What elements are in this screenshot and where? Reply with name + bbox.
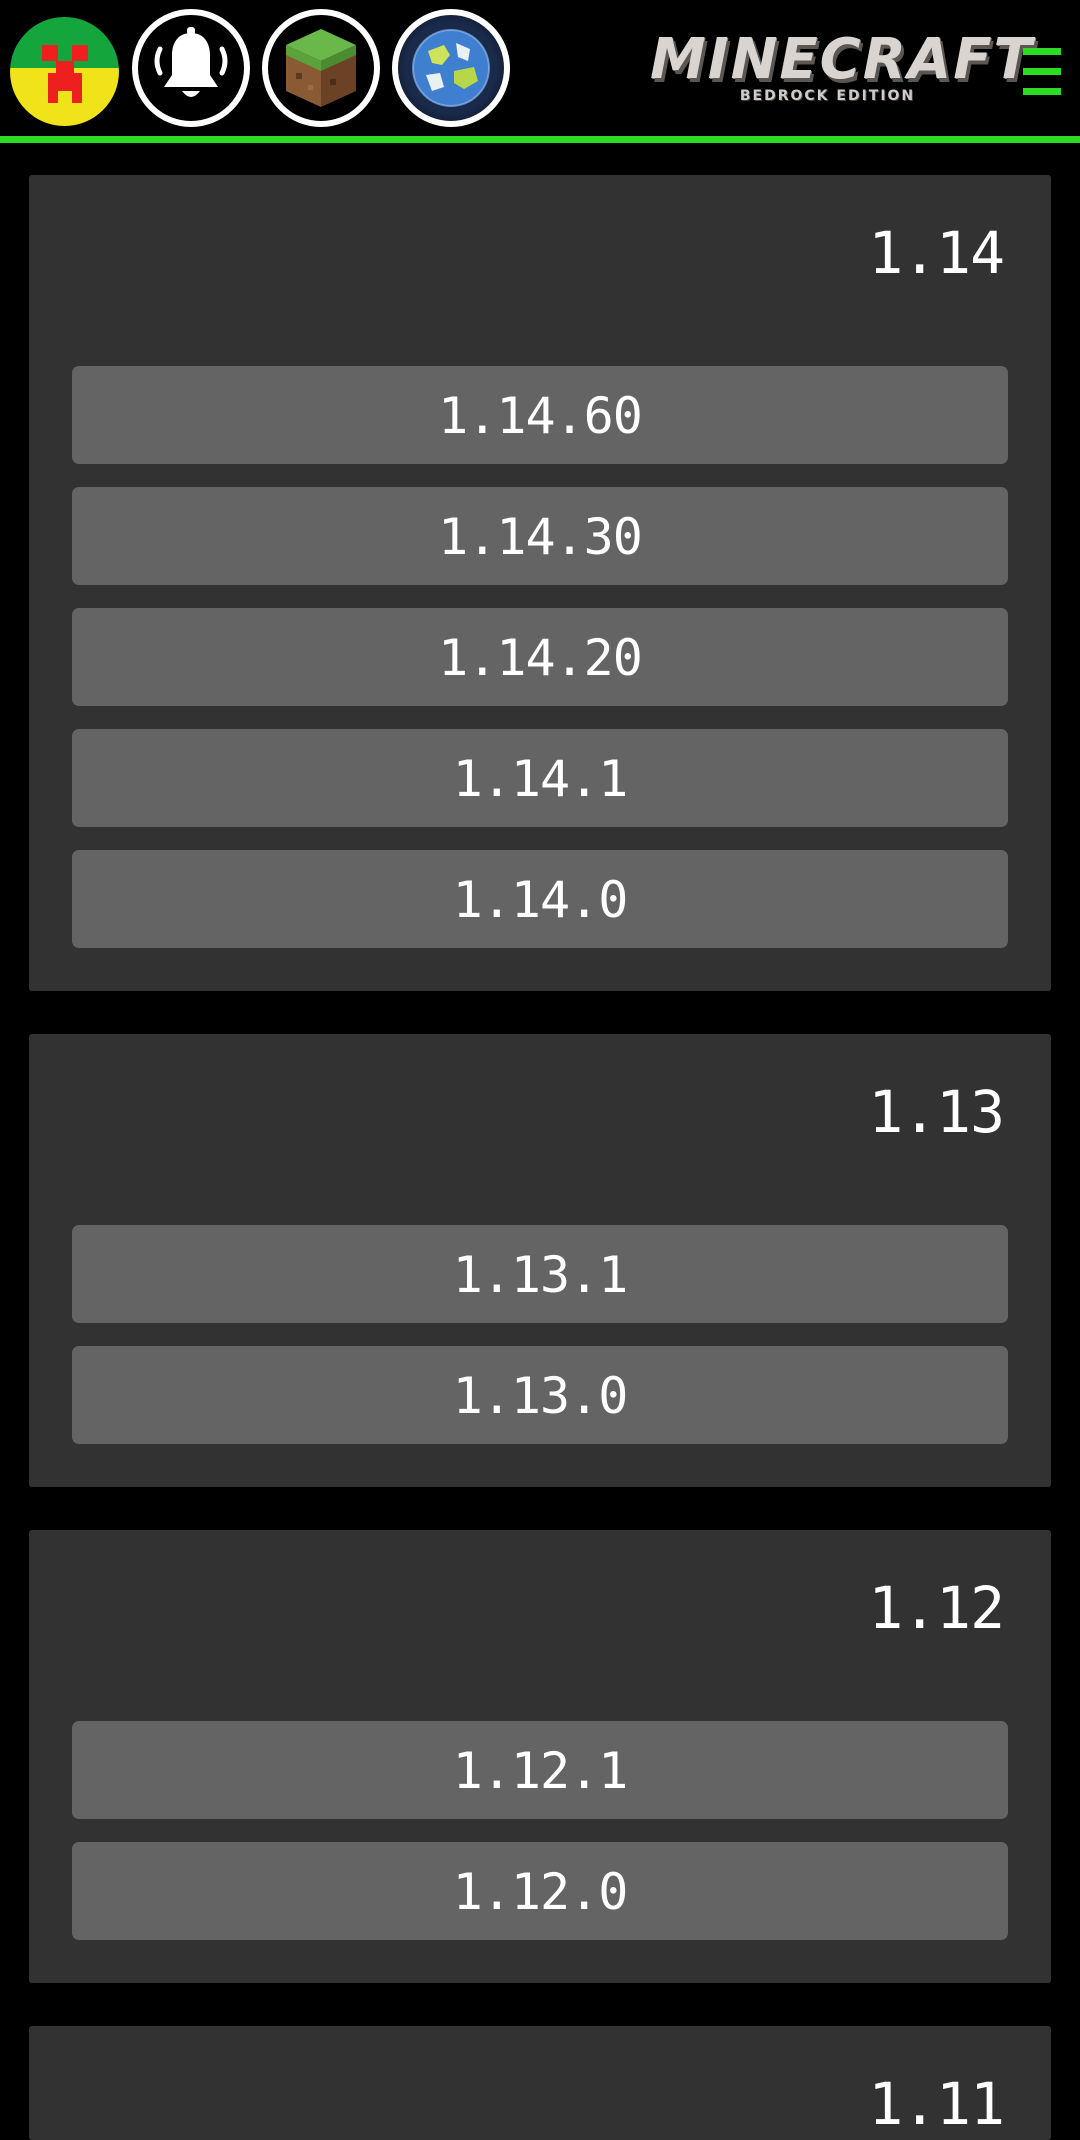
notifications-button[interactable] — [132, 9, 250, 127]
version-button[interactable]: 1.14.20 — [72, 608, 1008, 706]
version-group-1-11: 1.11 — [29, 2026, 1051, 2140]
grass-block-icon — [286, 29, 356, 107]
group-title: 1.12 — [868, 1574, 1005, 1642]
version-group-1-13: 1.13 1.13.1 1.13.0 — [29, 1034, 1051, 1487]
hamburger-menu-icon[interactable] — [1023, 48, 1061, 98]
version-button[interactable]: 1.14.60 — [72, 366, 1008, 464]
version-group-1-12: 1.12 1.12.1 1.12.0 — [29, 1530, 1051, 1983]
version-button[interactable]: 1.14.1 — [72, 729, 1008, 827]
group-title: 1.14 — [868, 219, 1005, 287]
planet-icon — [412, 29, 490, 107]
minecraft-logo: MINECRAFT BEDROCK EDITION — [650, 27, 1034, 106]
version-group-1-14: 1.14 1.14.60 1.14.30 1.14.20 1.14.1 1.14… — [29, 175, 1051, 991]
version-button[interactable]: 1.14.30 — [72, 487, 1008, 585]
creeper-avatar-icon[interactable] — [10, 17, 119, 126]
group-title: 1.13 — [868, 1078, 1005, 1146]
logo-subtitle: BEDROCK EDITION — [739, 88, 916, 104]
world-button[interactable] — [392, 9, 510, 127]
app-root: MINECRAFT BEDROCK EDITION 1.14 1.14.60 1… — [0, 0, 1080, 2140]
header-accent-line — [0, 136, 1080, 143]
grass-block-button[interactable] — [262, 9, 380, 127]
version-button[interactable]: 1.14.0 — [72, 850, 1008, 948]
version-button[interactable]: 1.13.1 — [72, 1225, 1008, 1323]
version-button[interactable]: 1.13.0 — [72, 1346, 1008, 1444]
bell-icon — [154, 27, 228, 97]
logo-title: MINECRAFT — [650, 27, 1034, 92]
version-button[interactable]: 1.12.1 — [72, 1721, 1008, 1819]
group-title: 1.11 — [868, 2070, 1005, 2138]
top-header: MINECRAFT BEDROCK EDITION — [0, 0, 1080, 138]
version-button[interactable]: 1.12.0 — [72, 1842, 1008, 1940]
